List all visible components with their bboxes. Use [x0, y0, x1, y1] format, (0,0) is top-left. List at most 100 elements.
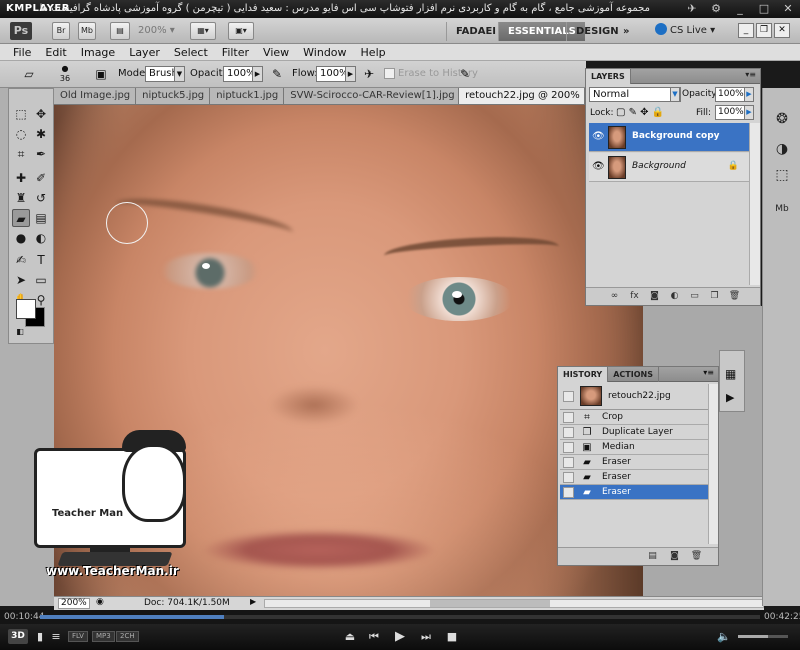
volume-slider[interactable]: [738, 635, 788, 638]
ps-close-icon[interactable]: ✕: [774, 23, 790, 38]
layers-tab[interactable]: LAYERS: [586, 69, 631, 84]
delete-state-icon[interactable]: 🗑: [690, 550, 703, 563]
marquee-tool-icon[interactable]: ⬚: [12, 105, 30, 123]
gradient-tool-icon[interactable]: ▤: [32, 209, 50, 227]
volume-icon[interactable]: 🔈: [716, 628, 732, 645]
quick-select-tool-icon[interactable]: ✱: [32, 125, 50, 143]
tab-old-image[interactable]: Old Image.jpg: [54, 88, 137, 104]
history-source-box[interactable]: [563, 472, 574, 483]
opacity-input[interactable]: 100%: [223, 66, 256, 82]
history-snapshot[interactable]: retouch22.jpg: [560, 384, 708, 410]
history-state-duplicate-layer[interactable]: ❐ Duplicate Layer: [560, 425, 708, 440]
actions-play-icon[interactable]: ▶: [726, 391, 734, 404]
history-state-crop[interactable]: ⌗ Crop: [560, 410, 708, 425]
crop-tool-icon[interactable]: ⌗: [12, 145, 30, 163]
history-source-box[interactable]: [563, 487, 574, 498]
actions-tab[interactable]: ACTIONS: [608, 367, 659, 382]
view-extras-button[interactable]: ▤: [110, 22, 130, 40]
menu-view[interactable]: View: [263, 44, 289, 60]
menu-layer[interactable]: Layer: [129, 44, 160, 60]
layer-background-copy[interactable]: 👁 Background copy: [589, 123, 749, 152]
history-state-median[interactable]: ▣ Median: [560, 440, 708, 455]
history-state-eraser[interactable]: ▰ Eraser: [560, 455, 708, 470]
history-source-box[interactable]: [563, 442, 574, 453]
history-panel-menu-icon[interactable]: ▾≡: [703, 368, 714, 377]
brush-tool-icon[interactable]: ✐: [32, 169, 50, 187]
airbrush-icon[interactable]: ✈: [360, 66, 378, 83]
brush-panel-icon[interactable]: ▣: [92, 66, 110, 83]
type-tool-icon[interactable]: T: [32, 251, 50, 269]
history-tab[interactable]: HISTORY: [558, 367, 609, 382]
snapshot-camera-icon[interactable]: ◙: [668, 550, 681, 563]
tab-niptuck1[interactable]: niptuck1.jpg: [210, 88, 285, 104]
eraser-preset-icon[interactable]: ▱: [20, 66, 38, 83]
cs-live-button[interactable]: CS Live ▾: [655, 23, 715, 39]
dodge-tool-icon[interactable]: ◐: [32, 229, 50, 247]
horizontal-scrollbar[interactable]: [264, 599, 764, 608]
history-source-box[interactable]: [563, 412, 574, 423]
flow-slider-icon[interactable]: ▶: [345, 66, 356, 82]
menu-window[interactable]: Window: [303, 44, 346, 60]
more-workspaces-icon[interactable]: »: [614, 22, 638, 41]
ps-restore-icon[interactable]: ❐: [756, 23, 772, 38]
new-layer-icon[interactable]: ❐: [708, 290, 721, 303]
seek-track[interactable]: [40, 615, 760, 619]
tab-niptuck5[interactable]: niptuck5.jpg: [136, 88, 211, 104]
menu-select[interactable]: Select: [174, 44, 208, 60]
history-state-eraser-current[interactable]: ▰ Eraser: [560, 485, 708, 500]
close-icon[interactable]: ✕: [780, 2, 796, 15]
delete-layer-icon[interactable]: 🗑: [728, 290, 741, 303]
playlist-icon[interactable]: ▮: [32, 628, 48, 645]
pressure-size-icon[interactable]: ✎: [456, 66, 474, 83]
blur-tool-icon[interactable]: ●: [12, 229, 30, 247]
3d-mode-button[interactable]: 3D: [8, 629, 28, 644]
opacity-slider-icon[interactable]: ▶: [252, 66, 263, 82]
eyedropper-tool-icon[interactable]: ✒: [32, 145, 50, 163]
screen-mode-button[interactable]: ▣▾: [228, 22, 254, 40]
default-colors-icon[interactable]: ◧: [11, 323, 29, 341]
layers-panel-menu-icon[interactable]: ▾≡: [745, 70, 756, 79]
adjustments-panel-icon[interactable]: ◑: [771, 138, 793, 160]
menu-file[interactable]: File: [13, 44, 31, 60]
blend-mode-dropdown-icon[interactable]: ▼: [670, 87, 680, 102]
adjustment-layer-icon[interactable]: ◐: [668, 290, 681, 303]
history-scrollbar[interactable]: [708, 384, 718, 544]
history-source-box[interactable]: [563, 427, 574, 438]
clone-stamp-tool-icon[interactable]: ♜: [12, 189, 30, 207]
status-zoom-input[interactable]: 200%: [58, 598, 90, 609]
bridge-button[interactable]: Br: [52, 22, 70, 40]
ps-minimize-icon[interactable]: _: [738, 23, 754, 38]
minimize-icon[interactable]: _: [732, 2, 748, 15]
layer-opacity-input[interactable]: 100%: [715, 87, 745, 102]
visibility-eye-icon[interactable]: 👁: [592, 161, 605, 172]
layer-mask-icon[interactable]: ◙: [648, 290, 661, 303]
masks-panel-icon[interactable]: ⬚: [771, 164, 793, 186]
flow-input[interactable]: 100%: [316, 66, 349, 82]
tab-retouch22[interactable]: retouch22.jpg @ 200%: [459, 88, 585, 104]
brush-presets-icon[interactable]: ▦: [725, 367, 736, 381]
snapshot-source-box[interactable]: [563, 391, 574, 402]
history-brush-tool-icon[interactable]: ↺: [32, 189, 50, 207]
zoom-level-dropdown[interactable]: 200% ▾: [138, 23, 178, 39]
history-source-box[interactable]: [563, 457, 574, 468]
brush-preset-picker[interactable]: ● 36: [56, 64, 74, 83]
color-panel-icon[interactable]: ❂: [771, 108, 793, 130]
workspace-fadaei[interactable]: FADAEI: [446, 22, 505, 41]
menu-help[interactable]: Help: [361, 44, 386, 60]
foreground-color-swatch[interactable]: [16, 299, 36, 319]
layer-background[interactable]: 👁 Background 🔒: [589, 153, 749, 182]
link-layers-icon[interactable]: ∞: [608, 290, 621, 303]
layer-style-icon[interactable]: fx: [628, 290, 641, 303]
pen-tool-icon[interactable]: ✍: [12, 251, 30, 269]
mode-select[interactable]: Brush: [145, 66, 178, 82]
status-arrow-icon[interactable]: ▶: [250, 597, 256, 606]
status-menu-icon[interactable]: ◉: [96, 597, 104, 607]
arrange-documents-button[interactable]: ▦▾: [190, 22, 216, 40]
mode-dropdown-icon[interactable]: ▼: [174, 66, 185, 82]
history-state-eraser[interactable]: ▰ Eraser: [560, 470, 708, 485]
layers-scrollbar[interactable]: [749, 123, 760, 285]
menu-list-icon[interactable]: ≡: [48, 628, 64, 645]
previous-icon[interactable]: ⏮: [366, 628, 382, 645]
pressure-opacity-icon[interactable]: ✎: [268, 66, 286, 83]
fill-slider-icon[interactable]: ▶: [744, 105, 754, 120]
